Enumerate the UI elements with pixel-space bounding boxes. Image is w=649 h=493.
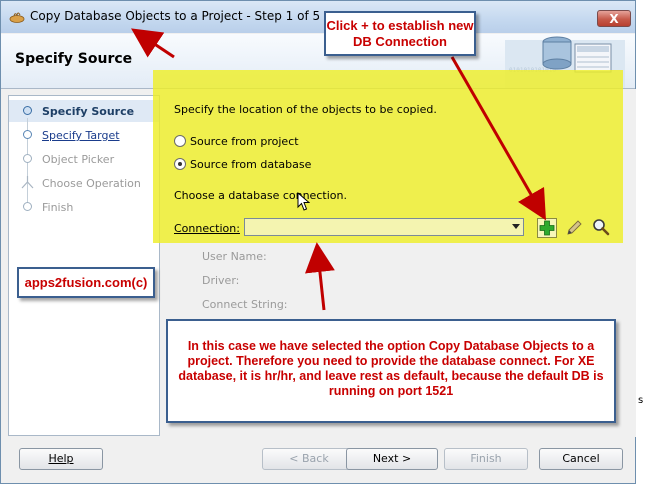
site-watermark-tag: apps2fusion.com(c) xyxy=(17,267,155,298)
arrow-to-title xyxy=(131,28,175,59)
arrow-to-connection-field xyxy=(305,242,335,311)
arrow-to-add-button xyxy=(450,56,546,221)
background-edge-text: s xyxy=(638,395,644,406)
callout-explanation: In this case we have selected the option… xyxy=(166,319,616,423)
callout-add-connection: Click + to establish new DB Connection xyxy=(324,11,476,56)
